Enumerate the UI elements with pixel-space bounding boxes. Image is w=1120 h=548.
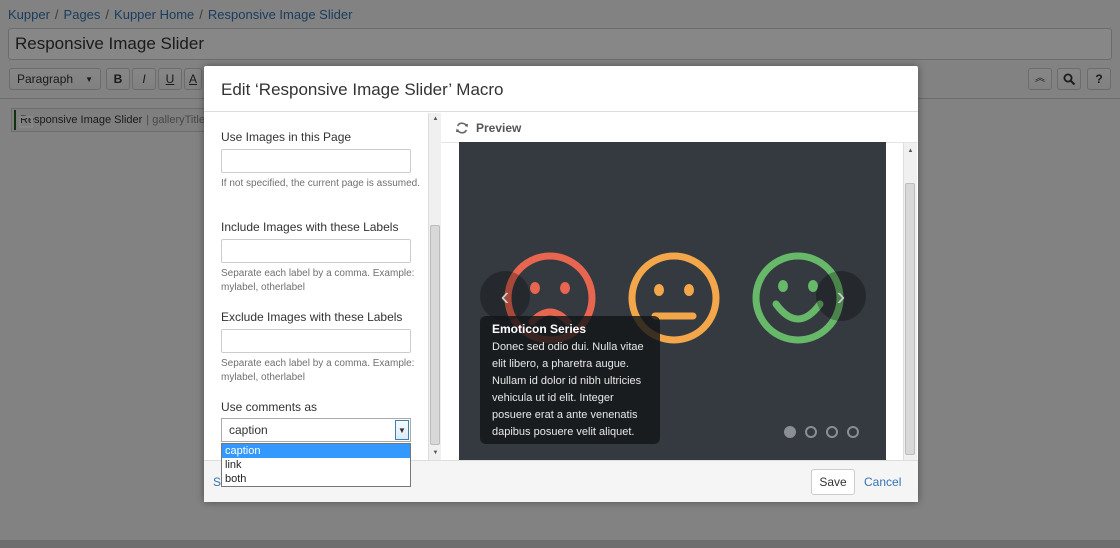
dropdown-option-link[interactable]: link: [222, 458, 410, 472]
parameters-scrollbar[interactable]: ▲ ▼: [428, 113, 441, 460]
select-macro-link[interactable]: S: [213, 475, 221, 489]
include-labels-input[interactable]: [221, 239, 411, 263]
slide-dot-3[interactable]: [826, 426, 838, 438]
parameters-panel: Use Images in this Page If not specified…: [204, 113, 441, 460]
comments-select[interactable]: caption ▼: [221, 418, 411, 442]
slide-dot-1[interactable]: [784, 426, 796, 438]
dropdown-option-caption[interactable]: caption: [222, 444, 410, 458]
refresh-icon[interactable]: [455, 121, 469, 135]
previous-slide-button[interactable]: ‹: [480, 271, 530, 321]
comments-dropdown-list: caption link both: [221, 443, 411, 487]
chevron-left-icon: ‹: [500, 280, 510, 311]
scroll-up-icon[interactable]: ▲: [906, 147, 915, 156]
use-images-help: If not specified, the current page is as…: [221, 178, 420, 189]
scrollbar-thumb[interactable]: [430, 225, 440, 445]
caption-body: Donec sed odio dui. Nulla vitae elit lib…: [492, 341, 644, 438]
dialog-title: Edit ‘Responsive Image Slider’ Macro: [204, 66, 918, 112]
slide-dot-4[interactable]: [847, 426, 859, 438]
scroll-up-icon[interactable]: ▲: [431, 115, 440, 124]
comments-select-value: caption: [229, 423, 268, 437]
slide-caption: Emoticon Series Donec sed odio dui. Null…: [480, 316, 660, 444]
include-labels-label: Include Images with these Labels: [221, 220, 399, 234]
chevron-right-icon: ›: [836, 280, 846, 311]
dropdown-option-both[interactable]: both: [222, 472, 410, 486]
scroll-down-icon[interactable]: ▼: [431, 449, 440, 458]
image-slider-preview: ‹ › Emoticon Series Donec sed odio dui. …: [459, 142, 886, 460]
editor-footer-bar: [0, 540, 1120, 548]
preview-scrollbar[interactable]: ▲: [903, 143, 917, 460]
comments-label: Use comments as: [221, 400, 318, 414]
cancel-button[interactable]: Cancel: [864, 475, 901, 489]
include-labels-help: Separate each label by a comma. Example:…: [221, 268, 415, 293]
slide-pagination: [784, 426, 859, 438]
use-images-label: Use Images in this Page: [221, 130, 352, 144]
exclude-labels-help: Separate each label by a comma. Example:…: [221, 358, 415, 383]
preview-label: Preview: [476, 120, 522, 135]
use-images-input[interactable]: [221, 149, 411, 173]
dropdown-arrow-icon[interactable]: ▼: [395, 420, 409, 440]
macro-dialog: Edit ‘Responsive Image Slider’ Macro Use…: [204, 66, 918, 502]
exclude-labels-label: Exclude Images with these Labels: [221, 310, 403, 324]
scrollbar-thumb[interactable]: [905, 183, 915, 455]
slide-dot-2[interactable]: [805, 426, 817, 438]
save-button[interactable]: Save: [811, 469, 855, 495]
exclude-labels-input[interactable]: [221, 329, 411, 353]
next-slide-button[interactable]: ›: [816, 271, 866, 321]
preview-header: Preview: [441, 113, 918, 143]
caption-title: Emoticon Series: [492, 322, 587, 336]
